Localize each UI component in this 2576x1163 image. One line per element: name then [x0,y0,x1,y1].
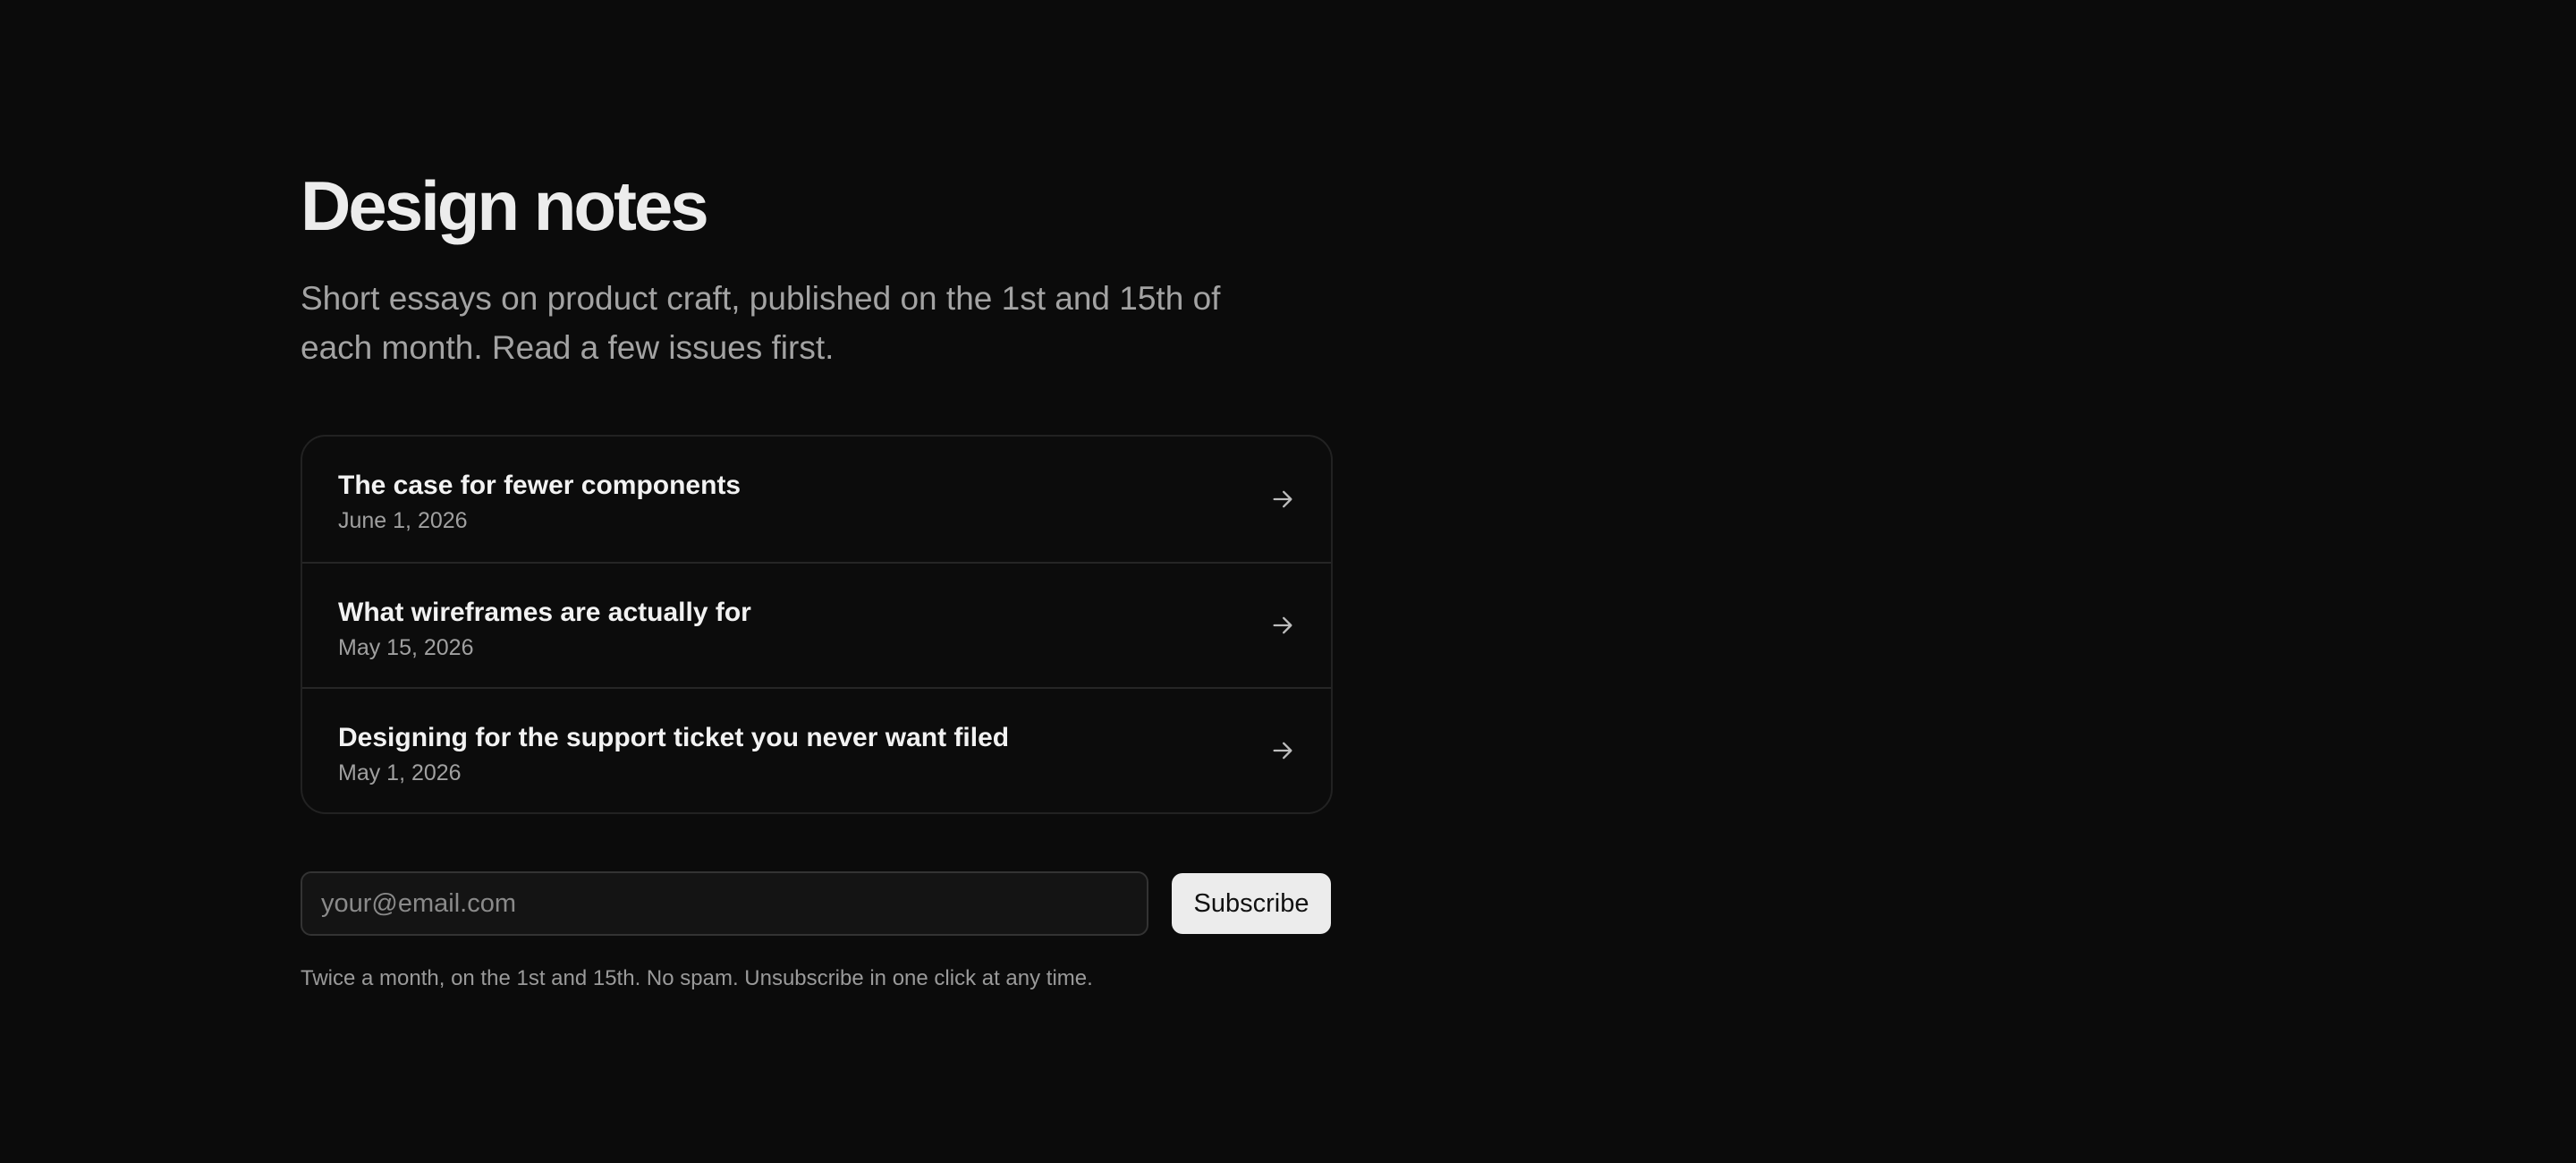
issue-item[interactable]: Designing for the support ticket you nev… [302,687,1331,812]
page: Design notes Short essays on product cra… [0,0,2576,1163]
subscribe-button[interactable]: Subscribe [1172,873,1331,934]
issue-title: The case for fewer components [338,471,741,500]
newsletter-section: Design notes Short essays on product cra… [301,161,1333,993]
arrow-right-icon [1270,613,1295,638]
issue-date: May 15, 2026 [338,635,474,660]
page-subtitle: Short essays on product craft, published… [301,280,1221,366]
issue-date: May 1, 2026 [338,760,462,785]
issue-title: Designing for the support ticket you nev… [338,723,1010,752]
page-title: Design notes [301,166,709,245]
issue-list: The case for fewer components June 1, 20… [301,435,1333,814]
issue-title: What wireframes are actually for [338,598,751,627]
subscribe-note: Twice a month, on the 1st and 15th. No s… [301,966,1093,990]
subscribe-form: Subscribe [301,871,1331,936]
email-input[interactable] [301,871,1148,936]
arrow-right-icon [1270,487,1295,512]
issue-item[interactable]: What wireframes are actually for May 15,… [302,562,1331,687]
issue-date: June 1, 2026 [338,508,468,533]
issue-item[interactable]: The case for fewer components June 1, 20… [302,437,1331,562]
arrow-right-icon [1270,738,1295,763]
